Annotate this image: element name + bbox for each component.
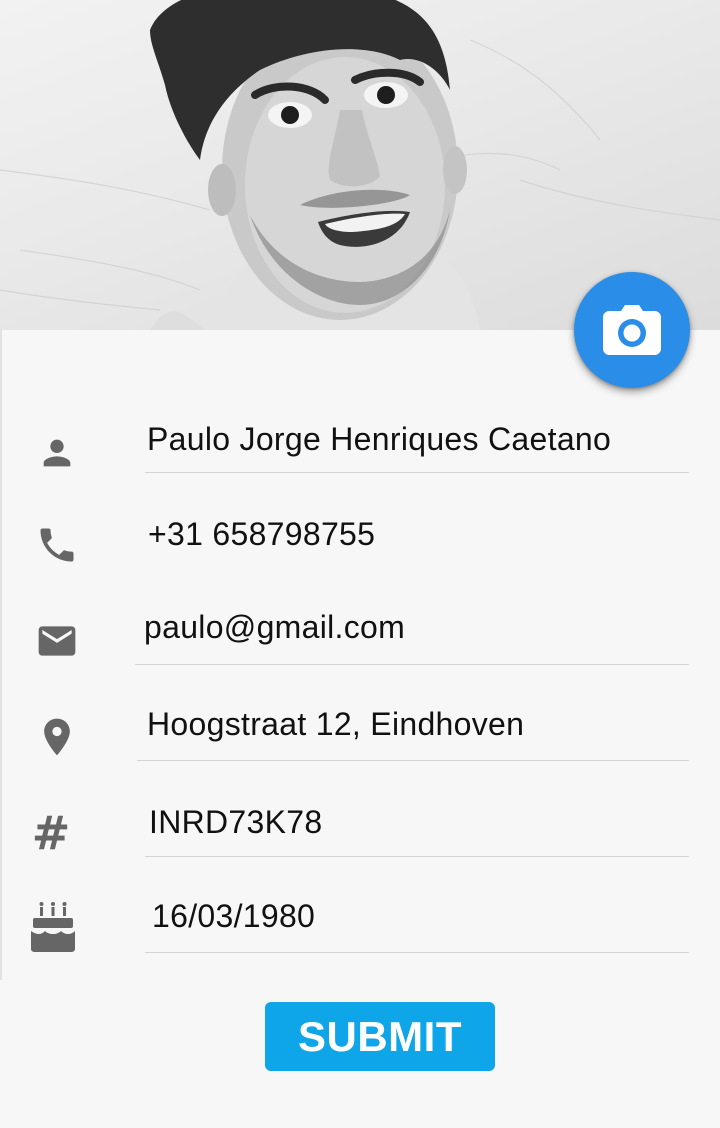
email-field-underline bbox=[135, 664, 689, 665]
name-field[interactable]: Paulo Jorge Henriques Caetano bbox=[147, 421, 611, 458]
code-field[interactable]: INRD73K78 bbox=[149, 804, 322, 841]
birthday-cake-icon bbox=[26, 900, 80, 954]
code-field-underline bbox=[145, 856, 689, 857]
email-field-row: paulo@gmail.com bbox=[0, 584, 720, 680]
hash-icon: # bbox=[31, 806, 71, 860]
address-field-underline bbox=[137, 760, 689, 761]
change-photo-button[interactable] bbox=[574, 272, 690, 388]
phone-field-row: +31 658798755 bbox=[0, 488, 720, 584]
email-icon bbox=[30, 614, 84, 668]
profile-edit-screen: Paulo Jorge Henriques Caetano +31 658798… bbox=[0, 0, 720, 1128]
address-field[interactable]: Hoogstraat 12, Eindhoven bbox=[147, 706, 524, 743]
name-field-row: Paulo Jorge Henriques Caetano bbox=[0, 392, 720, 488]
code-field-row: # INRD73K78 bbox=[0, 776, 720, 872]
birthdate-field-row: 16/03/1980 bbox=[0, 872, 720, 968]
birthdate-field[interactable]: 16/03/1980 bbox=[152, 898, 315, 935]
person-icon bbox=[30, 426, 84, 480]
camera-icon bbox=[603, 305, 661, 355]
birthdate-field-underline bbox=[145, 952, 689, 953]
phone-icon bbox=[30, 518, 84, 572]
name-field-underline bbox=[145, 472, 689, 473]
phone-field[interactable]: +31 658798755 bbox=[148, 516, 375, 553]
submit-button[interactable]: SUBMIT bbox=[265, 1002, 495, 1071]
location-pin-icon bbox=[30, 710, 84, 764]
address-field-row: Hoogstraat 12, Eindhoven bbox=[0, 680, 720, 776]
email-field[interactable]: paulo@gmail.com bbox=[144, 609, 405, 646]
